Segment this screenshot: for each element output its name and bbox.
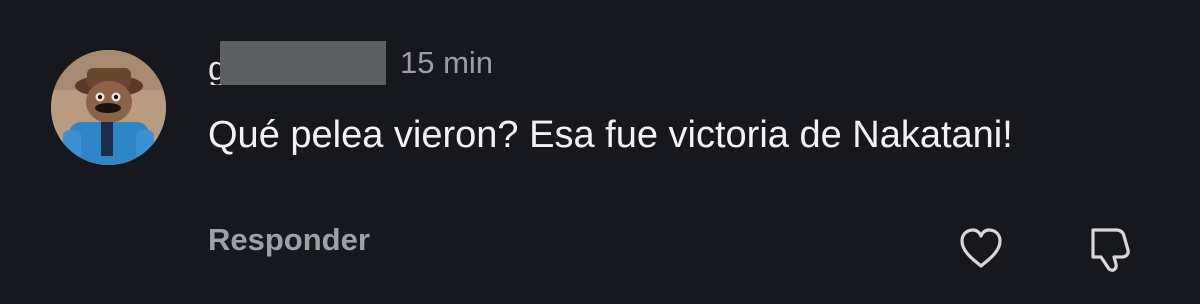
comment-timestamp: 15 min [400, 45, 494, 80]
thumbs-down-icon[interactable] [1083, 222, 1135, 274]
comment-card: g 15 min Qué pelea vieron? Esa fue victo… [0, 0, 1200, 304]
avatar-image [51, 50, 166, 165]
username[interactable]: g [208, 41, 386, 85]
username-redaction [220, 41, 386, 85]
comment-text: Qué pelea vieron? Esa fue victoria de Na… [208, 114, 1013, 156]
reply-button[interactable]: Responder [208, 222, 370, 258]
comment-header: g 15 min [208, 38, 493, 88]
user-avatar[interactable] [51, 50, 166, 165]
heart-icon[interactable] [955, 222, 1007, 274]
